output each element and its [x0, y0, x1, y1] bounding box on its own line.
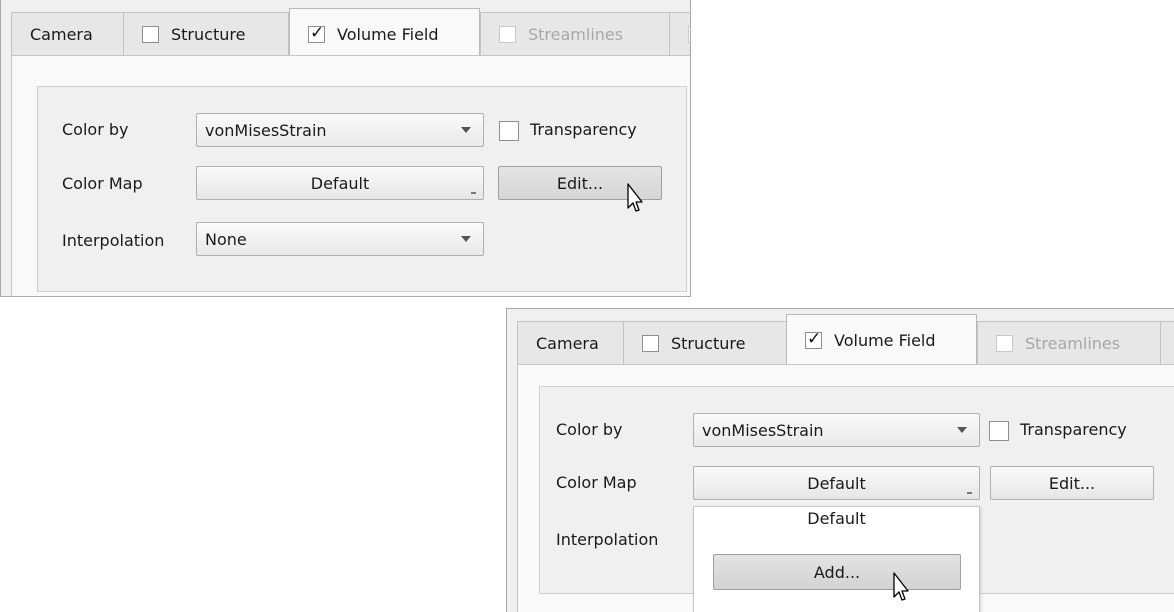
tab-volume-field[interactable]: ✓ Volume Field: [289, 8, 480, 60]
volume-field-checkbox[interactable]: ✓: [805, 329, 822, 349]
tab-volume-field[interactable]: ✓ Volume Field: [786, 314, 977, 366]
tab-camera[interactable]: Camera: [517, 321, 624, 365]
color-by-combo[interactable]: vonMisesStrain: [196, 113, 484, 147]
color-by-combo[interactable]: vonMisesStrain: [693, 413, 980, 447]
color-by-label: Color by: [62, 120, 129, 139]
color-map-label: Color Map: [62, 174, 143, 193]
edit-button-label: Edit...: [556, 173, 604, 193]
add-colormap-button[interactable]: Add...: [713, 554, 961, 590]
tab-structure-label: Structure: [671, 334, 746, 353]
edit-button-label: Edit...: [1048, 473, 1096, 493]
structure-checkbox[interactable]: [142, 26, 159, 43]
add-button-label: Add...: [813, 562, 861, 582]
color-map-value: Default: [310, 173, 370, 193]
streamlines-checkbox[interactable]: [499, 26, 516, 43]
interpolation-value: None: [205, 229, 247, 249]
color-by-value: vonMisesStrain: [702, 420, 824, 440]
interpolation-combo[interactable]: None: [196, 222, 484, 256]
transparency-label: Transparency: [530, 120, 637, 139]
structure-checkbox[interactable]: [642, 335, 659, 352]
interpolation-label: Interpolation: [62, 231, 165, 250]
mouse-pointer-icon: [627, 183, 643, 212]
combo-corner-icon: [471, 192, 476, 194]
streamlines-checkbox[interactable]: [996, 335, 1013, 352]
tab-structure[interactable]: Structure: [623, 321, 787, 365]
settings-panel-after: Camera Structure ✓ Volume Field Streamli…: [506, 308, 1174, 612]
color-map-dropdown-popup: Default Add...: [693, 506, 980, 612]
tab-volume-field-label: Volume Field: [337, 25, 439, 44]
color-map-combo[interactable]: Default: [196, 166, 484, 200]
settings-panel-before: Camera Structure ✓ Volume Field Streamli…: [0, 0, 691, 297]
tab-streamlines-label: Streamlines: [1025, 334, 1121, 353]
tab-camera-label: Camera: [30, 25, 93, 44]
tab-overflow[interactable]: [669, 12, 690, 56]
overflow-tab-checkbox[interactable]: [688, 26, 690, 43]
tab-camera[interactable]: Camera: [11, 12, 124, 56]
color-by-value: vonMisesStrain: [205, 120, 327, 140]
tab-overflow[interactable]: [1160, 321, 1174, 365]
dropdown-arrow-icon: [461, 236, 471, 242]
edit-button[interactable]: Edit...: [990, 466, 1154, 500]
volume-field-checkbox[interactable]: ✓: [308, 23, 325, 43]
dropdown-arrow-icon: [957, 427, 967, 433]
transparency-checkbox[interactable]: [499, 121, 519, 141]
interpolation-label: Interpolation: [556, 530, 659, 549]
transparency-checkbox[interactable]: [989, 421, 1009, 441]
color-by-label: Color by: [556, 420, 623, 439]
tab-structure-label: Structure: [171, 25, 246, 44]
tab-volume-field-label: Volume Field: [834, 331, 936, 350]
tab-camera-label: Camera: [536, 334, 599, 353]
tab-streamlines[interactable]: Streamlines: [480, 12, 670, 56]
tab-streamlines[interactable]: Streamlines: [977, 321, 1161, 365]
tab-streamlines-label: Streamlines: [528, 25, 624, 44]
color-map-combo[interactable]: Default: [693, 466, 980, 500]
checkmark-icon: ✓: [310, 23, 325, 43]
color-map-value: Default: [807, 473, 866, 493]
dropdown-item-default[interactable]: Default: [694, 509, 979, 528]
tab-structure[interactable]: Structure: [123, 12, 289, 56]
checkmark-icon: ✓: [807, 329, 822, 349]
dropdown-arrow-icon: [461, 127, 471, 133]
color-map-label: Color Map: [556, 473, 637, 492]
combo-corner-icon: [967, 492, 972, 494]
mouse-pointer-icon: [893, 572, 909, 601]
transparency-label: Transparency: [1020, 420, 1127, 439]
